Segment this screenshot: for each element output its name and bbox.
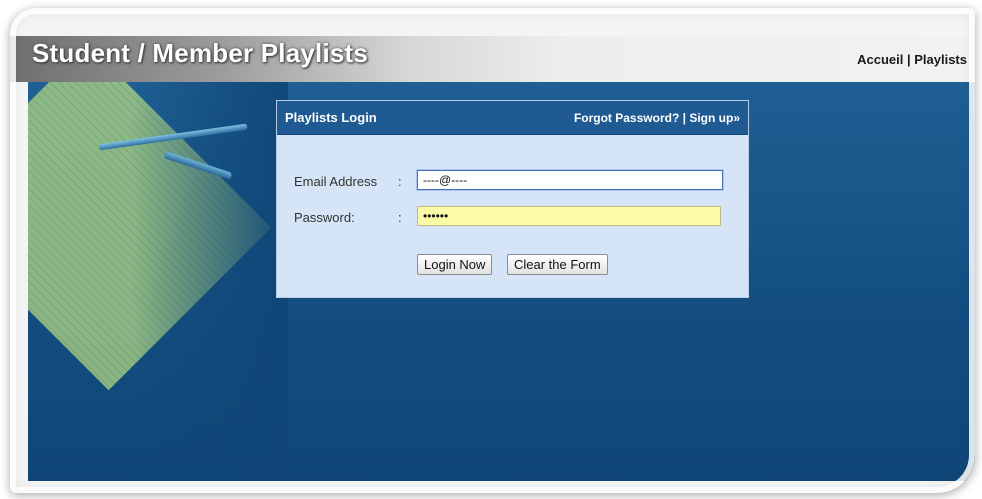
top-nav: Accueil | Playlists: [857, 52, 967, 67]
login-panel: Playlists Login Forgot Password? | Sign …: [276, 100, 749, 298]
email-colon: :: [398, 174, 402, 189]
page-frame: Student / Member Playlists Accueil | Pla…: [10, 8, 975, 493]
nav-separator: |: [906, 52, 911, 67]
main-content: Playlists Login Forgot Password? | Sign …: [28, 82, 975, 481]
nav-link-accueil[interactable]: Accueil: [857, 52, 903, 67]
clear-form-button[interactable]: Clear the Form: [507, 254, 608, 275]
login-panel-title: Playlists Login: [285, 110, 377, 125]
password-field[interactable]: [417, 206, 721, 226]
password-colon: :: [398, 210, 402, 225]
site-title: Student / Member Playlists: [32, 38, 369, 68]
password-label: Password:: [294, 210, 355, 225]
forgot-password-link[interactable]: Forgot Password?: [574, 111, 679, 125]
account-links: Forgot Password? | Sign up»: [574, 111, 740, 125]
email-field[interactable]: [417, 170, 723, 190]
site-header: Student / Member Playlists Accueil | Pla…: [10, 36, 975, 82]
login-button[interactable]: Login Now: [417, 254, 493, 275]
sign-up-link[interactable]: Sign up»: [689, 111, 740, 125]
email-label: Email Address: [294, 174, 378, 189]
link-separator: |: [682, 110, 686, 125]
nav-link-playlists[interactable]: Playlists: [914, 52, 967, 67]
login-panel-header: Playlists Login Forgot Password? | Sign …: [277, 101, 748, 135]
